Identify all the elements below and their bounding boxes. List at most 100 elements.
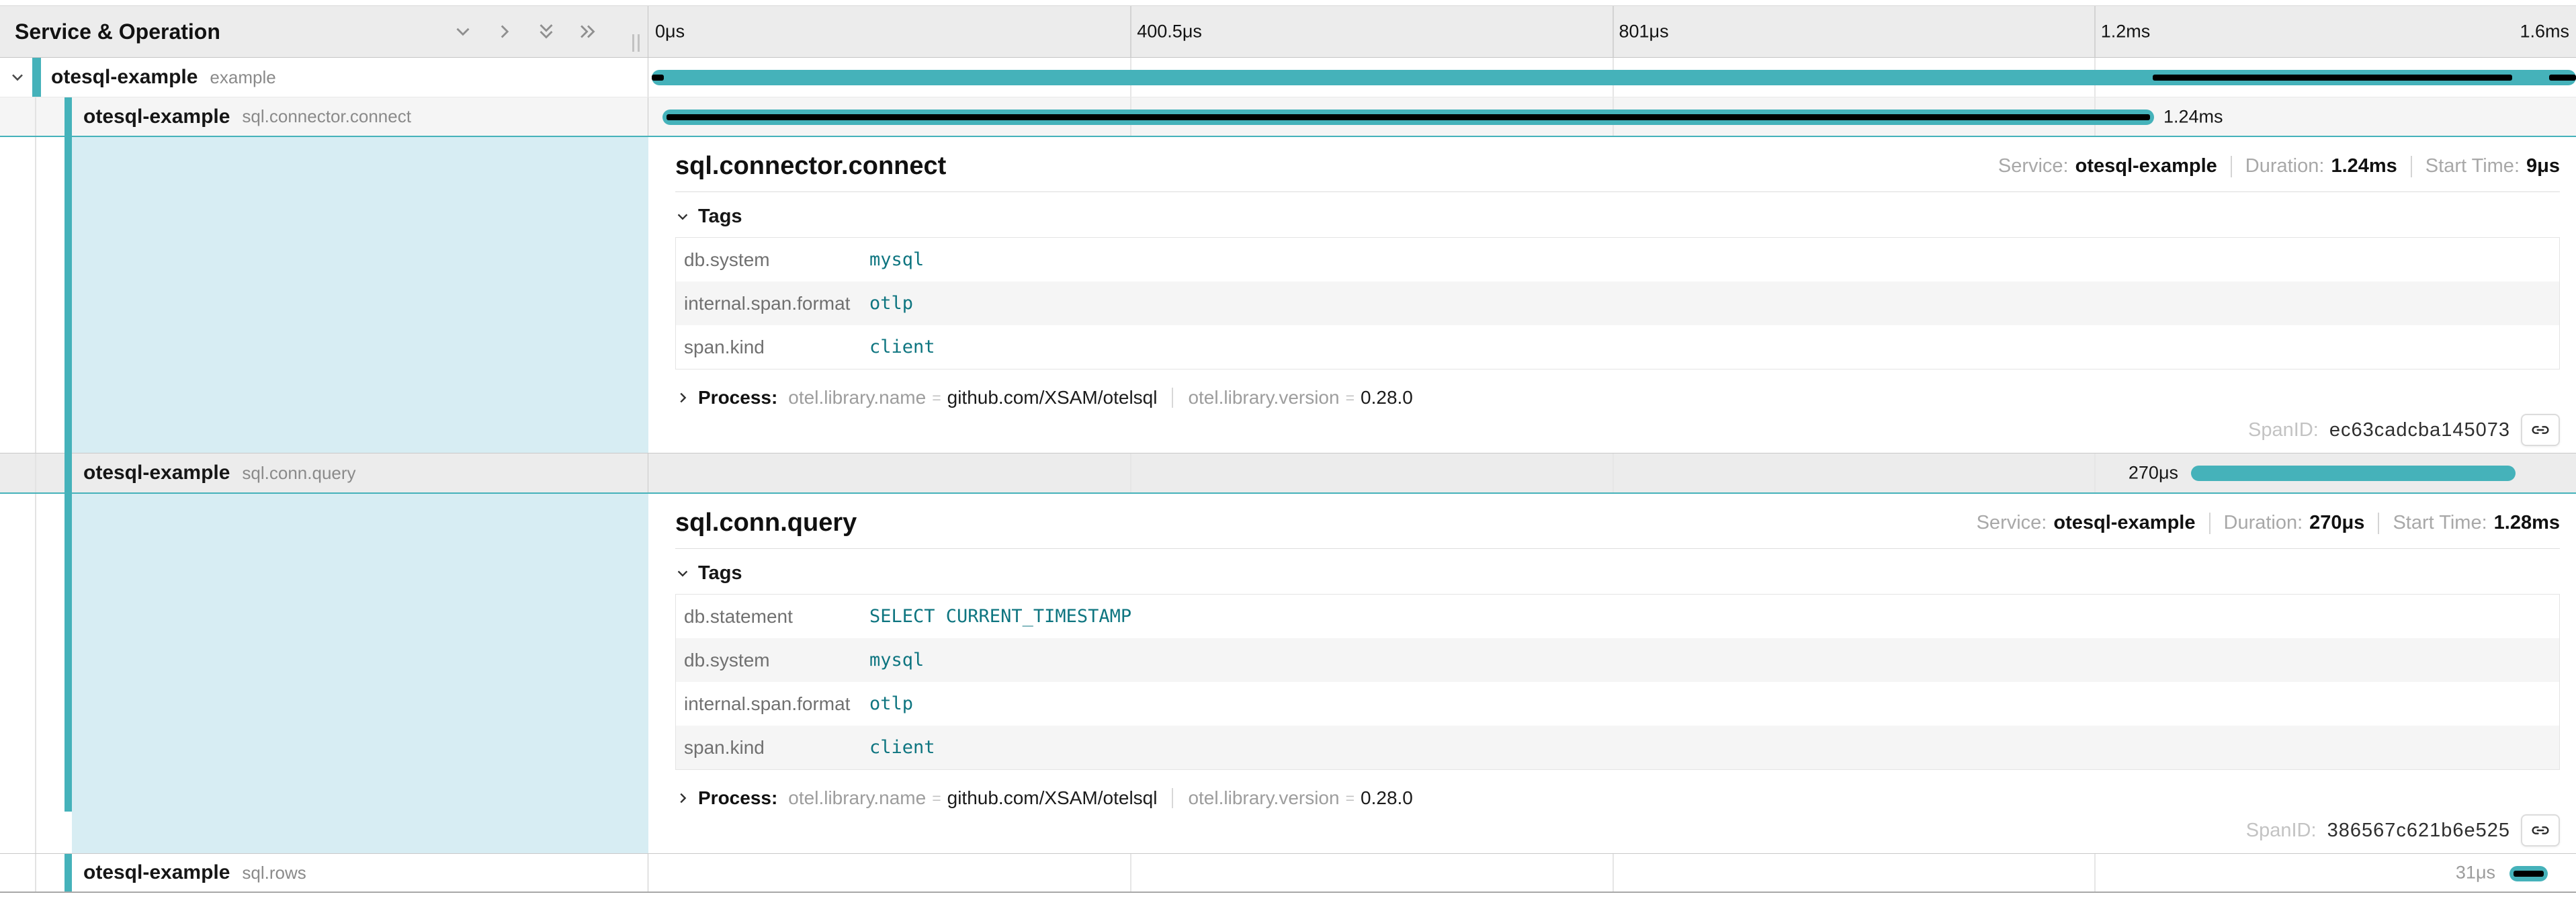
service-color-bar xyxy=(65,137,72,455)
tag-row: db.system mysql xyxy=(676,638,2559,682)
tags-section-toggle[interactable]: Tags xyxy=(675,562,742,584)
process-value: github.com/XSAM/otelsql xyxy=(947,387,1158,408)
service-operation-title: Service & Operation xyxy=(0,19,220,44)
process-label: Process: xyxy=(698,787,777,809)
equals-sign: = xyxy=(1346,389,1355,407)
duration-value: 270μs xyxy=(2309,512,2364,534)
span-bar[interactable] xyxy=(2191,466,2516,481)
indent-guide xyxy=(35,453,36,492)
span-detail-sql-connector-connect: sql.connector.connect Service: otesql-ex… xyxy=(0,136,2576,453)
detail-meta: Service: otesql-example Duration: 1.24ms… xyxy=(1998,155,2560,177)
span-detail-sql-conn-query: sql.conn.query Service: otesql-example D… xyxy=(0,492,2576,854)
start-time-value: 9μs xyxy=(2526,155,2560,177)
trace-timeline-view: Service & Operation 0μs xyxy=(0,0,2576,911)
service-color-bar xyxy=(65,854,72,892)
tags-section-toggle[interactable]: Tags xyxy=(675,206,742,228)
service-value: otesql-example xyxy=(2053,512,2195,534)
collapse-chevron-icon[interactable] xyxy=(8,68,27,87)
tag-value: client xyxy=(869,737,935,758)
gridline xyxy=(1613,854,1614,892)
indent-guide xyxy=(35,137,36,453)
process-value: 0.28.0 xyxy=(1361,387,1413,408)
equals-sign: = xyxy=(932,789,941,808)
span-row-example[interactable]: otesql-example example xyxy=(0,58,2576,97)
detail-indent-cell xyxy=(0,494,648,853)
gridline xyxy=(1130,453,1131,492)
span-timeline-cell[interactable]: 31μs xyxy=(648,854,2576,892)
tick-gridline xyxy=(1613,6,1614,57)
column-resize-handle[interactable] xyxy=(632,34,640,52)
divider xyxy=(675,548,2560,549)
critical-path-segment xyxy=(667,114,2150,120)
tick-label: 1.2ms xyxy=(2101,21,2151,42)
tag-key: internal.span.format xyxy=(676,693,869,715)
double-chevron-down-icon[interactable] xyxy=(535,20,558,43)
duration-label: Duration: xyxy=(2245,155,2325,177)
operation-name: sql.connector.connect xyxy=(242,106,411,127)
indent-guide xyxy=(35,97,36,136)
process-key: otel.library.name xyxy=(788,387,926,408)
collapse-controls xyxy=(452,6,599,57)
indent-guide xyxy=(35,494,36,853)
double-chevron-right-icon[interactable] xyxy=(576,20,599,43)
span-name-cell[interactable]: otesql-example sql.conn.query xyxy=(0,453,648,492)
span-row-sql-connector-connect[interactable]: otesql-example sql.connector.connect 1.2… xyxy=(0,97,2576,136)
span-timeline-cell[interactable]: 270μs xyxy=(648,453,2576,492)
span-timeline-cell[interactable] xyxy=(648,58,2576,97)
span-name-cell[interactable]: otesql-example sql.connector.connect xyxy=(0,97,648,136)
meta-divider xyxy=(2209,513,2210,534)
tag-value: otlp xyxy=(869,693,913,714)
service-value: otesql-example xyxy=(2075,155,2217,177)
equals-sign: = xyxy=(1346,789,1355,808)
meta-divider xyxy=(2378,513,2379,534)
gridline xyxy=(2094,854,2096,892)
tag-key: db.system xyxy=(676,249,869,271)
service-color-bar xyxy=(65,97,72,136)
chevron-right-icon[interactable] xyxy=(493,20,516,43)
process-section-toggle[interactable]: Process: otel.library.name = github.com/… xyxy=(675,387,1413,408)
process-value: 0.28.0 xyxy=(1361,787,1413,809)
process-key: otel.library.version xyxy=(1188,787,1339,809)
span-name-cell[interactable]: otesql-example sql.rows xyxy=(0,854,648,892)
critical-path-segment xyxy=(2514,871,2544,877)
tag-value: otlp xyxy=(869,293,913,314)
process-divider xyxy=(1172,788,1173,808)
tick-gridline xyxy=(1130,6,1131,57)
operation-name: sql.conn.query xyxy=(242,463,355,484)
span-row-sql-conn-query[interactable]: otesql-example sql.conn.query 270μs xyxy=(0,453,2576,492)
span-name-cell[interactable]: otesql-example example xyxy=(0,58,648,97)
process-label: Process: xyxy=(698,387,777,408)
chevron-down-icon[interactable] xyxy=(452,20,474,43)
tag-row: internal.span.format otlp xyxy=(676,281,2559,325)
deep-link-button[interactable] xyxy=(2521,814,2560,847)
service-name: otesql-example xyxy=(83,105,230,128)
top-strip xyxy=(0,0,2576,5)
deep-link-button[interactable] xyxy=(2521,414,2560,446)
process-section-toggle[interactable]: Process: otel.library.name = github.com/… xyxy=(675,787,1413,809)
service-name: otesql-example xyxy=(83,861,230,884)
service-label: Service: xyxy=(1977,512,2047,534)
span-duration-label: 31μs xyxy=(2456,863,2495,883)
span-row-sql-rows[interactable]: otesql-example sql.rows 31μs xyxy=(0,854,2576,893)
span-duration-label: 270μs xyxy=(2129,463,2178,484)
tags-table: db.system mysql internal.span.format otl… xyxy=(675,237,2560,370)
process-key: otel.library.version xyxy=(1188,387,1339,408)
tick-gridline xyxy=(2094,6,2096,57)
detail-highlight-fill xyxy=(72,494,648,853)
tag-row: db.system mysql xyxy=(676,238,2559,281)
service-name: otesql-example xyxy=(51,66,198,89)
link-icon xyxy=(2530,419,2551,441)
tag-row: internal.span.format otlp xyxy=(676,682,2559,726)
service-label: Service: xyxy=(1998,155,2069,177)
span-timeline-cell[interactable]: 1.24ms xyxy=(648,97,2576,136)
tick-label: 1.6ms xyxy=(2520,21,2569,42)
tags-table: db.statement SELECT CURRENT_TIMESTAMP db… xyxy=(675,594,2560,770)
tick-label: 801μs xyxy=(1619,21,1669,42)
tag-row: span.kind client xyxy=(676,325,2559,369)
link-icon xyxy=(2530,820,2551,841)
divider xyxy=(675,191,2560,192)
span-id-row: SpanID: ec63cadcba145073 xyxy=(2248,414,2560,446)
tick-label: 0μs xyxy=(655,21,685,42)
gridline xyxy=(1130,854,1131,892)
tag-row: db.statement SELECT CURRENT_TIMESTAMP xyxy=(676,595,2559,638)
